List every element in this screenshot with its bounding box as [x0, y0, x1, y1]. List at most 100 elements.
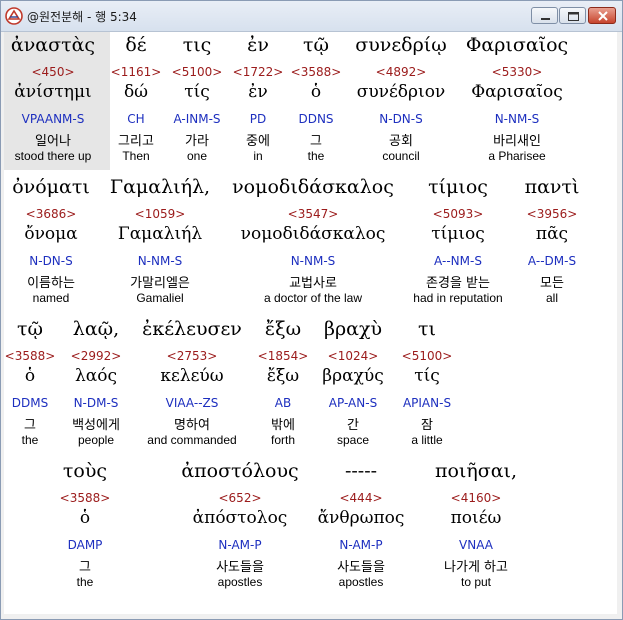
korean-gloss: 간 — [347, 418, 359, 433]
maximize-button[interactable] — [559, 7, 586, 24]
lemma: ὄνομα — [24, 224, 78, 244]
english-gloss: a Pharisee — [488, 149, 546, 163]
greek-word[interactable]: ἐκέλευσεν — [142, 318, 242, 340]
english-gloss: the — [307, 149, 325, 163]
minimize-button[interactable] — [531, 7, 558, 24]
korean-gloss: 사도들을 — [216, 560, 264, 575]
parsing-code: DDNS — [298, 112, 334, 126]
greek-word[interactable]: ἀποστόλους — [181, 460, 298, 482]
korean-gloss: 나가게 하고 — [444, 560, 508, 575]
strong-number[interactable]: <5093> — [433, 207, 484, 221]
close-icon — [598, 11, 608, 21]
parsing-code: N-DM-S — [73, 396, 119, 410]
korean-gloss: 모든 — [540, 276, 564, 291]
strong-number[interactable]: <444> — [339, 491, 382, 505]
greek-word[interactable]: τῷ — [303, 34, 329, 56]
greek-word[interactable]: τις — [183, 34, 212, 56]
greek-word[interactable]: ἀναστὰς — [11, 34, 95, 56]
korean-gloss: 가말리엘은 — [130, 276, 190, 291]
greek-word[interactable]: λαῷ, — [73, 318, 119, 340]
lemma: τίς — [414, 366, 440, 386]
close-button[interactable] — [588, 7, 616, 24]
strong-number[interactable]: <450> — [31, 65, 74, 79]
greek-word[interactable]: συνεδρίῳ — [355, 34, 446, 56]
parsing-code: N-NM-S — [290, 254, 336, 268]
strong-number[interactable]: <5100> — [402, 349, 453, 363]
lemma: Γαμαλιήλ — [117, 224, 203, 244]
parsing-code: VNAA — [459, 538, 493, 552]
korean-gloss: 공회 — [389, 134, 413, 149]
english-gloss: Then — [122, 149, 150, 163]
strong-number[interactable]: <2753> — [167, 349, 218, 363]
parsing-code: N-DN-S — [29, 254, 73, 268]
strong-number[interactable]: <1722> — [233, 65, 284, 79]
strong-number[interactable]: <3956> — [527, 207, 578, 221]
parsing-code: N-DN-S — [379, 112, 423, 126]
strong-number[interactable]: <3547> — [288, 207, 339, 221]
strong-number[interactable]: <4160> — [451, 491, 502, 505]
strong-number[interactable]: <1024> — [328, 349, 379, 363]
korean-gloss: 잠 — [421, 418, 433, 433]
greek-word[interactable]: τοὺς — [63, 460, 107, 482]
english-gloss: apostles — [217, 575, 263, 589]
english-gloss: forth — [270, 433, 296, 447]
korean-gloss: 그 — [79, 560, 91, 575]
strong-number[interactable]: <1854> — [258, 349, 309, 363]
greek-word[interactable]: Φαρισαῖος — [466, 34, 568, 56]
greek-word[interactable]: δέ — [125, 34, 146, 56]
lemma: συνέδριον — [356, 82, 446, 102]
greek-word[interactable]: ἐν — [247, 34, 269, 56]
greek-word[interactable]: ὀνόματι — [12, 176, 90, 198]
korean-gloss: 밖에 — [271, 418, 295, 433]
greek-word[interactable]: ἔξω — [265, 318, 301, 340]
lemma: ὁ — [24, 366, 36, 386]
lemma: δώ — [123, 82, 149, 102]
korean-gloss: 중에 — [246, 134, 270, 149]
english-gloss: named — [32, 291, 70, 305]
greek-word[interactable]: ποιῆσαι, — [435, 460, 517, 482]
greek-word[interactable]: τίμιος — [428, 176, 488, 198]
maximize-icon — [568, 12, 579, 21]
english-gloss: and commanded — [147, 433, 237, 447]
title-bar[interactable]: @원전분해 - 행 5:34 — [1, 1, 622, 32]
lemma: ἄνθρωπος — [317, 508, 405, 528]
korean-gloss: 가라 — [185, 134, 209, 149]
strong-number[interactable]: <2992> — [71, 349, 122, 363]
parsing-code: N-NM-S — [137, 254, 183, 268]
korean-gloss: 그리고 — [118, 134, 154, 149]
greek-word[interactable]: ----- — [345, 460, 377, 482]
parsing-code: CH — [127, 112, 145, 126]
minimize-icon — [541, 18, 550, 20]
english-gloss: in — [253, 149, 263, 163]
strong-number[interactable]: <3686> — [26, 207, 77, 221]
strong-number[interactable]: <5330> — [492, 65, 543, 79]
greek-word[interactable]: τι — [418, 318, 436, 340]
lemma: πᾶς — [535, 224, 569, 244]
greek-word[interactable]: παντὶ — [525, 176, 580, 198]
strong-number[interactable]: <652> — [218, 491, 261, 505]
strong-number[interactable]: <4892> — [376, 65, 427, 79]
lemma: λαός — [74, 366, 118, 386]
greek-word[interactable]: νομοδιδάσκαλος — [232, 176, 394, 198]
parsing-code: DAMP — [67, 538, 103, 552]
parsing-code: N-NM-S — [494, 112, 540, 126]
greek-word[interactable]: βραχὺ — [324, 318, 382, 340]
korean-gloss: 교법사로 — [289, 276, 337, 291]
parsing-code: AP-AN-S — [328, 396, 378, 410]
strong-number[interactable]: <3588> — [5, 349, 56, 363]
korean-gloss: 그 — [24, 418, 36, 433]
english-gloss: apostles — [338, 575, 384, 589]
strong-number[interactable]: <5100> — [172, 65, 223, 79]
english-gloss: the — [76, 575, 94, 589]
lemma: ἔξω — [266, 366, 300, 386]
strong-number[interactable]: <1059> — [135, 207, 186, 221]
greek-word[interactable]: Γαμαλιήλ, — [110, 176, 210, 198]
english-gloss: council — [382, 149, 420, 163]
parsing-code: VIAA--ZS — [165, 396, 219, 410]
strong-number[interactable]: <3588> — [291, 65, 342, 79]
greek-word[interactable]: τῷ — [17, 318, 43, 340]
strong-number[interactable]: <1161> — [111, 65, 162, 79]
parsing-code: AB — [274, 396, 292, 410]
strong-number[interactable]: <3588> — [60, 491, 111, 505]
english-gloss: a doctor of the law — [263, 291, 363, 305]
